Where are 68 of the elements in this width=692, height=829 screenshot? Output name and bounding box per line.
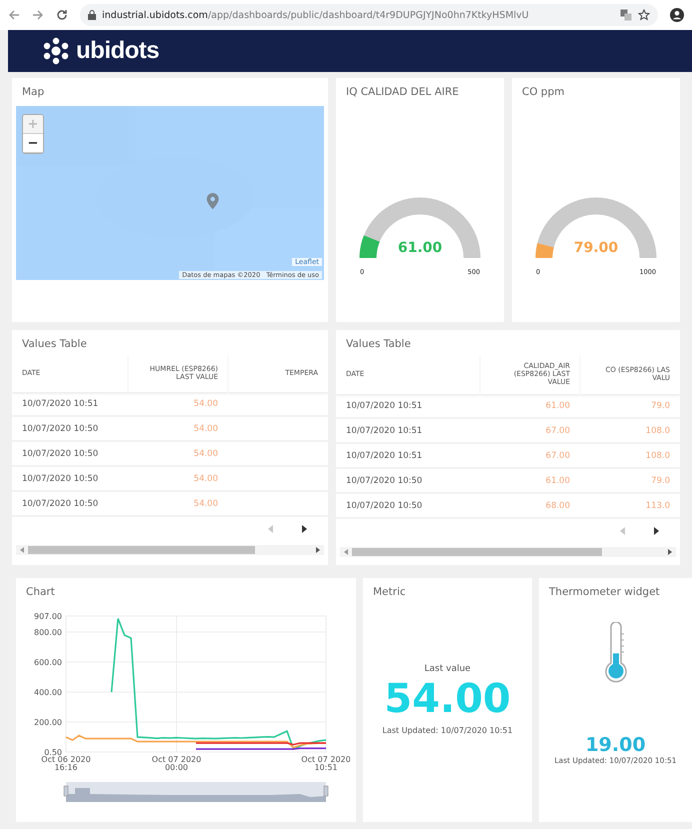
reload-icon[interactable] [56,9,68,21]
gauge-value: 61.00 [396,240,444,256]
table-cell: 10/07/2020 10:50 [22,424,98,434]
account-icon[interactable] [670,8,684,22]
next-page-icon[interactable] [654,527,660,535]
table-cell: 61.00 [546,400,570,410]
back-icon[interactable] [8,9,20,21]
horizontal-scrollbar[interactable] [340,547,676,557]
table-cell: 79.0 [651,476,670,486]
table-cell: 54.00 [194,448,218,458]
lock-icon [88,10,96,20]
last-updated-text: Last Updated: 10/07/2020 10:51 [382,726,513,735]
range-selector[interactable] [64,782,328,802]
translate-icon[interactable] [620,9,632,21]
y-tick-label: 600.00 [34,658,62,668]
table-cell: 10/07/2020 10:50 [22,448,98,458]
x-tick-label: Oct 07 2020 00:00 [152,755,202,772]
card-title: Metric [372,585,407,600]
table-cell: 10/07/2020 10:51 [346,426,422,436]
card-title: Thermometer widget [548,585,661,600]
dots-logo-icon [42,37,70,65]
table-cell: 61.00 [546,476,570,486]
table-cell: 10/07/2020 10:50 [22,498,98,508]
metric-caption: Last value [424,664,471,674]
forward-icon[interactable] [32,9,44,21]
logo-text: ubidots [76,37,160,65]
table-cell: 10/07/2020 10:51 [22,398,98,408]
card-title: IQ CALIDAD DEL AIRE [345,85,460,100]
table-cell: 113.0 [646,500,670,510]
y-tick-label: 0.50 [44,748,62,757]
scroll-right-icon[interactable] [316,547,320,553]
zoom-out-button[interactable]: − [23,134,43,153]
thermometer-icon [602,622,628,684]
y-tick-label: 907.00 [34,612,62,621]
table-cell: 108.0 [646,426,670,436]
card-title: Chart [25,585,56,600]
table-cell: 79.0 [651,400,670,410]
x-tick-label: Oct 06 2020 16:16 [41,755,91,772]
card-title: CO ppm [521,85,566,100]
table-cell: 54.00 [194,398,218,408]
table-cell: 10/07/2020 10:51 [346,400,422,410]
metric-value: 54.00 [384,676,511,722]
gauge-value: 79.00 [572,240,620,256]
star-icon[interactable] [638,9,650,21]
y-tick-label: 400.00 [34,688,62,698]
table-cell: 10/07/2020 10:50 [346,500,422,510]
table-cell: 67.00 [546,450,570,460]
x-tick-label: Oct 07 2020 10:51 [301,755,350,772]
scroll-left-icon[interactable] [20,547,24,553]
card-title: Map [21,85,46,100]
card-title: Values Table [21,337,88,352]
next-page-icon[interactable] [302,525,308,533]
table-cell: 68.00 [546,500,570,510]
thermometer-value: 19.00 [585,734,646,756]
table-cell: 10/07/2020 10:50 [22,474,98,484]
scroll-left-icon[interactable] [344,549,348,555]
table-cell: 67.00 [546,426,570,436]
table-cell: 54.00 [194,498,218,508]
y-tick-label: 200.00 [34,718,62,728]
card-title: Values Table [345,337,412,352]
scroll-right-icon[interactable] [668,549,672,555]
table-cell: 10/07/2020 10:51 [346,450,422,460]
y-tick-label: 800.00 [34,628,62,638]
horizontal-scrollbar[interactable] [16,545,324,555]
table-cell: 54.00 [194,474,218,484]
table-cell: 10/07/2020 10:50 [346,476,422,486]
table-cell: 54.00 [194,424,218,434]
table-cell: 108.0 [646,450,670,460]
